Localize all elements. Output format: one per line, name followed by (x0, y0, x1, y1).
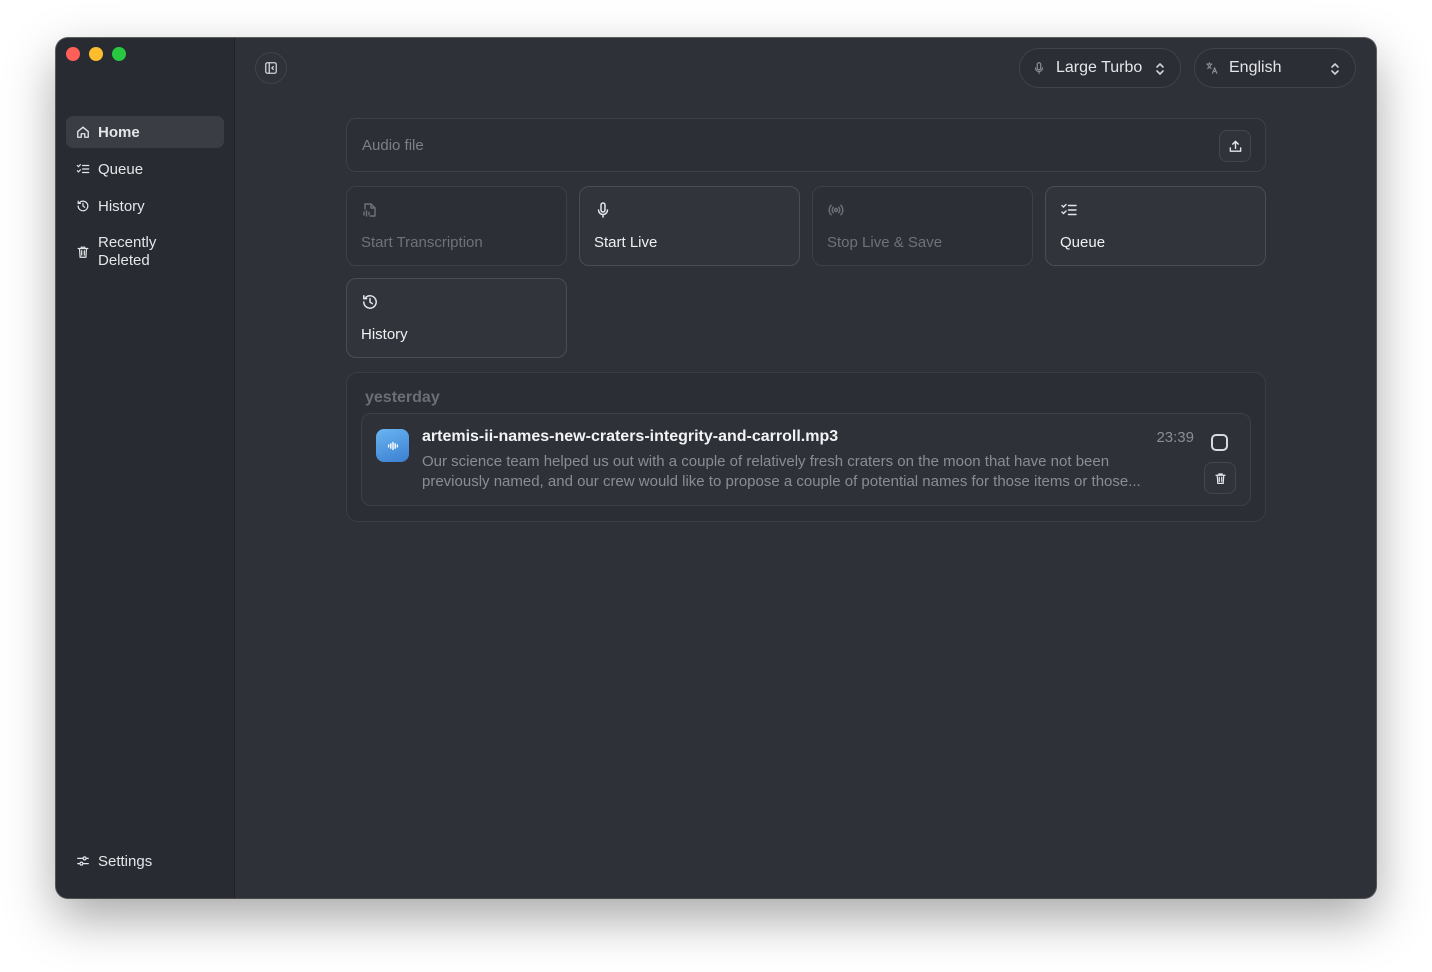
action-label: Queue (1060, 234, 1106, 251)
group-date-label: yesterday (365, 389, 440, 406)
microphone-icon (597, 202, 609, 218)
upload-button[interactable] (1219, 130, 1251, 162)
audio-file-placeholder: Audio file (362, 137, 424, 154)
file-audio-icon (363, 203, 376, 217)
sidebar: Home Queue History Recently Deleted Sett… (56, 38, 235, 898)
action-label: History (361, 326, 408, 343)
broadcast-icon (828, 204, 844, 216)
audio-wave-icon (376, 429, 409, 462)
audio-file-field[interactable]: Audio file (346, 118, 1266, 172)
list-check-icon (76, 164, 90, 174)
recent-transcriptions: yesterday artemis-ii-names-new-craters-i… (346, 372, 1266, 522)
trash-icon (77, 246, 89, 258)
close-window-button[interactable] (66, 47, 80, 61)
language-selector[interactable]: English (1194, 48, 1356, 88)
language-value: English (1229, 59, 1282, 76)
action-label: Start Live (594, 234, 658, 251)
history-icon (363, 295, 377, 309)
window-controls (66, 47, 126, 61)
model-selector[interactable]: Large Turbo (1019, 48, 1181, 88)
minimize-window-button[interactable] (89, 47, 103, 61)
start-live-button[interactable]: Start Live (579, 186, 800, 266)
translate-icon (1206, 62, 1218, 74)
settings-label: Settings (98, 852, 153, 870)
transcription-title: artemis-ii-names-new-craters-integrity-a… (422, 428, 839, 445)
sidebar-item-queue[interactable]: Queue (66, 153, 224, 185)
transcription-item[interactable]: artemis-ii-names-new-craters-integrity-a… (361, 413, 1251, 506)
settings-area: Settings (66, 845, 224, 882)
queue-button[interactable]: Queue (1045, 186, 1266, 266)
upload-icon (1229, 140, 1241, 152)
sidebar-item-label: History (98, 197, 145, 215)
delete-button[interactable] (1204, 462, 1236, 494)
microphone-icon (1034, 62, 1044, 74)
stop-live-save-button[interactable]: Stop Live & Save (812, 186, 1033, 266)
model-value: Large Turbo (1056, 59, 1143, 76)
main-content: Large Turbo English Audio file Start Tra… (235, 38, 1376, 898)
sliders-icon (77, 856, 89, 866)
history-button[interactable]: History (346, 278, 567, 358)
action-label: Start Transcription (361, 234, 483, 251)
transcription-time: 23:39 (1156, 429, 1194, 446)
chevron-updown-icon (1331, 63, 1339, 75)
zoom-window-button[interactable] (112, 47, 126, 61)
app-window: Home Queue History Recently Deleted Sett… (56, 38, 1376, 898)
home-icon (77, 126, 89, 138)
sidebar-item-label: Home (98, 123, 140, 141)
select-checkbox[interactable] (1211, 434, 1228, 451)
sidebar-item-label: Recently Deleted (98, 234, 157, 269)
sidebar-item-label: Queue (98, 160, 144, 178)
chevron-updown-icon (1156, 63, 1164, 75)
sidebar-item-recently-deleted[interactable]: Recently Deleted (66, 230, 224, 274)
sidebar-item-home[interactable]: Home (66, 116, 224, 148)
history-icon (77, 200, 89, 212)
sidebar-toggle-icon (265, 62, 277, 74)
transcription-preview: Our science team helped us out with a co… (422, 453, 1141, 490)
sidebar-item-settings[interactable]: Settings (66, 845, 224, 877)
action-label: Stop Live & Save (827, 234, 943, 251)
sidebar-item-history[interactable]: History (66, 190, 224, 222)
trash-icon (1214, 472, 1226, 484)
list-check-icon (1061, 203, 1077, 216)
sidebar-nav: Home Queue History Recently Deleted (66, 116, 224, 279)
toggle-sidebar-button[interactable] (255, 52, 287, 84)
start-transcription-button[interactable]: Start Transcription (346, 186, 567, 266)
